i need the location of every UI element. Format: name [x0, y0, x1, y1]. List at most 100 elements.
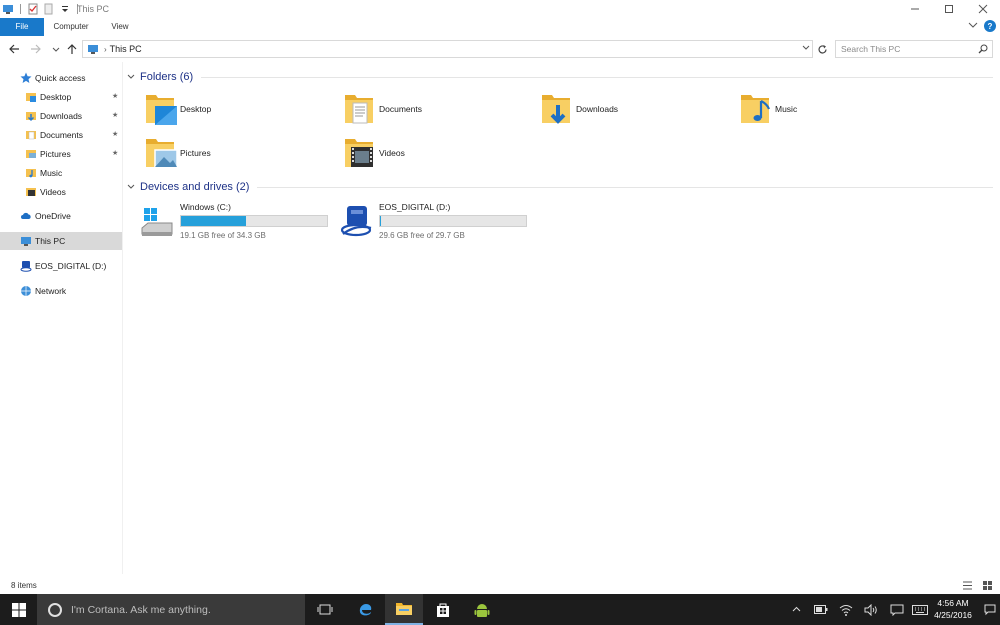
recent-locations-button[interactable]: [48, 41, 64, 57]
large-icons-view-icon[interactable]: [980, 578, 994, 592]
group-title: Folders (6): [140, 71, 194, 83]
show-hidden-icons-button[interactable]: [788, 594, 804, 625]
group-header-drives[interactable]: Devices and drives (2): [127, 178, 993, 196]
this-pc-icon[interactable]: [2, 3, 14, 15]
nav-label: Quick access: [35, 73, 86, 83]
group-divider: [201, 76, 993, 78]
nav-item-this-pc[interactable]: This PC: [0, 232, 122, 250]
folder-desktop[interactable]: Desktop: [144, 89, 334, 129]
documents-folder-icon: [343, 91, 377, 127]
notification-icon: [984, 604, 996, 615]
toolbar-divider: [20, 4, 21, 14]
status-bar: 8 items: [0, 577, 1000, 594]
nav-item-desktop[interactable]: Desktop ★: [0, 88, 122, 106]
search-box[interactable]: [835, 40, 993, 58]
system-clock[interactable]: 4:56 AM 4/25/2016: [928, 597, 978, 621]
cortana-search-box[interactable]: I'm Cortana. Ask me anything.: [37, 594, 305, 625]
forward-button[interactable]: [28, 41, 44, 57]
folder-label: Videos: [379, 148, 405, 158]
nav-label: Pictures: [40, 149, 71, 159]
quick-access-toolbar: [2, 2, 80, 16]
drive-windows-c[interactable]: Windows (C:) 19.1 GB free of 34.3 GB: [140, 200, 340, 244]
tab-computer[interactable]: Computer: [48, 18, 94, 36]
file-explorer-window: This PC File Computer View ? › This PC S…: [0, 0, 1000, 594]
pin-icon[interactable]: ★: [112, 149, 118, 157]
task-view-icon: [317, 604, 333, 615]
keyboard-button[interactable]: [910, 594, 930, 625]
start-button[interactable]: [0, 594, 37, 625]
folder-pictures[interactable]: Pictures: [144, 133, 334, 173]
close-button[interactable]: [966, 0, 1000, 18]
taskbar-store-button[interactable]: [424, 594, 462, 625]
tab-file[interactable]: File: [0, 18, 44, 36]
nav-label: Desktop: [40, 92, 72, 102]
videos-folder-icon: [25, 186, 37, 198]
drive-usage-fill: [181, 216, 246, 226]
group-header-folders[interactable]: Folders (6): [127, 68, 993, 86]
up-button[interactable]: [64, 41, 80, 57]
folder-label: Desktop: [180, 104, 212, 114]
refresh-button[interactable]: [814, 41, 830, 57]
folder-label: Downloads: [576, 104, 619, 114]
pin-icon[interactable]: ★: [112, 111, 118, 119]
folder-videos[interactable]: Videos: [343, 133, 533, 173]
collapse-chevron-icon[interactable]: [127, 182, 135, 192]
wifi-button[interactable]: [837, 594, 855, 625]
breadcrumb-this-pc[interactable]: This PC: [110, 44, 142, 54]
properties-icon[interactable]: [27, 3, 39, 15]
nav-item-pictures[interactable]: Pictures ★: [0, 145, 122, 163]
nav-label: Network: [35, 286, 67, 296]
removable-drive-icon: [339, 204, 375, 240]
folder-downloads[interactable]: Downloads: [540, 89, 730, 129]
taskbar-edge-button[interactable]: [346, 594, 384, 625]
search-input[interactable]: [836, 41, 976, 57]
music-folder-icon: [739, 91, 773, 127]
notifications-button[interactable]: [982, 594, 998, 625]
desktop-folder-icon: [25, 91, 37, 103]
taskbar-file-explorer-button[interactable]: [385, 594, 423, 625]
pin-icon[interactable]: ★: [112, 130, 118, 138]
ribbon-right-controls: ?: [968, 20, 996, 32]
nav-item-documents[interactable]: Documents ★: [0, 126, 122, 144]
collapse-chevron-icon[interactable]: [127, 72, 135, 82]
nav-item-onedrive[interactable]: OneDrive: [0, 207, 122, 225]
nav-label: Downloads: [40, 111, 83, 121]
search-icon[interactable]: [978, 44, 988, 56]
address-bar[interactable]: › This PC: [82, 40, 813, 58]
nav-label: Documents: [40, 130, 83, 140]
maximize-button[interactable]: [932, 0, 966, 18]
drive-eos-digital-d[interactable]: EOS_DIGITAL (D:) 29.6 GB free of 29.7 GB: [339, 200, 539, 244]
downloads-folder-icon: [540, 91, 574, 127]
content-pane: Folders (6) Desktop Documents Downloads: [127, 62, 995, 574]
tab-view[interactable]: View: [100, 18, 140, 36]
address-dropdown-icon[interactable]: [802, 43, 810, 53]
details-view-icon[interactable]: [960, 578, 974, 592]
minimize-button[interactable]: [898, 0, 932, 18]
nav-item-videos[interactable]: Videos: [0, 183, 122, 201]
item-count: 8 items: [11, 581, 37, 590]
folder-music[interactable]: Music: [739, 89, 929, 129]
folder-label: Documents: [379, 104, 422, 114]
taskbar-android-button[interactable]: [463, 594, 501, 625]
nav-item-downloads[interactable]: Downloads ★: [0, 107, 122, 125]
back-button[interactable]: [6, 41, 22, 57]
windows-logo-icon: [11, 602, 26, 617]
folder-documents[interactable]: Documents: [343, 89, 533, 129]
expand-ribbon-chevron-icon[interactable]: [968, 20, 978, 32]
battery-button[interactable]: [812, 594, 830, 625]
title-bar: This PC: [0, 0, 1000, 18]
help-button[interactable]: ?: [984, 20, 996, 32]
nav-item-eos-digital[interactable]: EOS_DIGITAL (D:): [0, 257, 122, 275]
new-folder-icon[interactable]: [43, 3, 55, 15]
computer-icon: [87, 43, 99, 55]
pin-icon[interactable]: ★: [112, 92, 118, 100]
drive-name: EOS_DIGITAL (D:): [379, 202, 451, 212]
customize-toolbar-chevron-icon[interactable]: [59, 3, 71, 15]
volume-button[interactable]: [862, 594, 880, 625]
nav-item-network[interactable]: Network: [0, 282, 122, 300]
task-view-button[interactable]: [306, 594, 344, 625]
nav-item-quick-access[interactable]: Quick access: [0, 69, 122, 87]
nav-item-music[interactable]: Music: [0, 164, 122, 182]
breadcrumb-chevron-icon[interactable]: ›: [104, 45, 107, 54]
action-center-button[interactable]: [887, 594, 907, 625]
